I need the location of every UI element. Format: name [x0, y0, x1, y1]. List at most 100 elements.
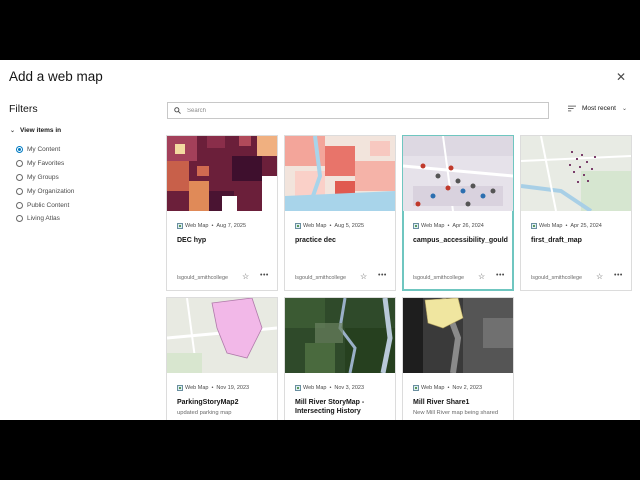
item-meta: Web Map • Nov 3, 2023: [295, 385, 364, 391]
radio-label: My Organization: [27, 187, 75, 195]
map-card[interactable]: Web Map • Nov 3, 2023 Mill River StoryMap …: [284, 297, 396, 420]
view-items-label: View items in: [20, 127, 62, 134]
card-title: campus_accessibility_gould: [413, 237, 508, 244]
map-card[interactable]: Web Map • Nov 2, 2023 Mill River Share1 Ne…: [402, 297, 514, 420]
radio-icon: [16, 173, 23, 181]
sort-icon: [568, 105, 576, 112]
more-options-icon[interactable]: •••: [496, 272, 505, 279]
map-thumbnail: [403, 136, 513, 211]
radio-my-content[interactable]: My Content: [16, 143, 74, 157]
radio-my-favorites[interactable]: My Favorites: [16, 157, 74, 171]
radio-label: My Favorites: [27, 160, 65, 168]
map-card[interactable]: Web Map • Aug 7, 2025 DEC hyp lsgould_smit…: [166, 135, 278, 291]
favorite-star-icon[interactable]: ☆: [360, 272, 367, 281]
item-owner: lsgould_smithcollege: [531, 275, 583, 281]
more-options-icon[interactable]: •••: [614, 272, 623, 279]
item-owner: lsgould_smithcollege: [177, 275, 229, 281]
separator-dot: •: [447, 223, 450, 229]
web-map-icon: [413, 385, 419, 391]
letterbox-top: [0, 0, 640, 60]
search-icon: [174, 107, 181, 114]
radio-my-groups[interactable]: My Groups: [16, 171, 74, 185]
card-title: Mill River StoryMap - Intersecting Histo…: [295, 399, 365, 415]
dialog-title: Add a web map: [9, 69, 103, 84]
radio-icon: [16, 215, 23, 223]
favorite-star-icon[interactable]: ☆: [596, 272, 603, 281]
letterbox-bottom: [0, 420, 640, 480]
map-card-selected[interactable]: Web Map • Apr 26, 2024 campus_accessibilit…: [402, 135, 514, 291]
radio-selected-icon: [16, 146, 23, 154]
separator-dot: •: [211, 223, 214, 229]
radio-my-organization[interactable]: My Organization: [16, 184, 74, 198]
map-thumbnail: [521, 136, 631, 211]
favorite-star-icon[interactable]: ☆: [478, 272, 485, 281]
item-type: Web Map: [421, 223, 445, 229]
item-type: Web Map: [303, 385, 327, 391]
web-map-icon: [295, 385, 301, 391]
item-date: Nov 19, 2023: [216, 385, 250, 391]
card-title: DEC hyp: [177, 237, 207, 244]
map-thumbnail: [285, 298, 395, 373]
web-map-icon: [295, 223, 301, 229]
item-meta: Web Map • Aug 5, 2025: [295, 223, 364, 229]
card-description: New Mill River map being shared: [413, 410, 499, 416]
web-map-icon: [177, 223, 183, 229]
card-title: practice dec: [295, 237, 336, 244]
separator-dot: •: [211, 385, 214, 391]
add-web-map-dialog: Add a web map ✕ Filters ⌄ View items in …: [0, 60, 640, 420]
search-input[interactable]: [187, 107, 527, 114]
item-type: Web Map: [185, 385, 209, 391]
map-thumbnail: [167, 136, 277, 211]
card-title: Mill River Share1: [413, 399, 470, 406]
radio-icon: [16, 160, 23, 168]
card-title: ParkingStoryMap2: [177, 399, 239, 406]
item-type: Web Map: [185, 223, 209, 229]
item-meta: Web Map • Apr 26, 2024: [413, 223, 484, 229]
web-map-icon: [177, 385, 183, 391]
item-date: Aug 5, 2025: [334, 223, 365, 229]
item-date: Aug 7, 2025: [216, 223, 247, 229]
radio-public-content[interactable]: Public Content: [16, 198, 74, 212]
separator-dot: •: [329, 223, 332, 229]
map-card[interactable]: Web Map • Aug 5, 2025 practice dec lsgould…: [284, 135, 396, 291]
chevron-down-icon: ⌄: [621, 106, 627, 112]
item-date: Nov 2, 2023: [452, 385, 483, 391]
radio-living-atlas[interactable]: Living Atlas: [16, 212, 74, 226]
sort-dropdown[interactable]: Most recent ⌄: [568, 105, 627, 112]
item-meta: Web Map • Aug 7, 2025: [177, 223, 246, 229]
item-owner: lsgould_smithcollege: [413, 275, 465, 281]
view-items-toggle[interactable]: ⌄ View items in: [10, 127, 61, 134]
radio-icon: [16, 187, 23, 195]
separator-dot: •: [565, 223, 568, 229]
content-source-radio-group: My Content My Favorites My Groups My Org…: [16, 143, 74, 226]
more-options-icon[interactable]: •••: [378, 272, 387, 279]
item-type: Web Map: [539, 223, 563, 229]
map-card[interactable]: Web Map • Apr 25, 2024 first_draft_map lsg…: [520, 135, 632, 291]
item-meta: Web Map • Nov 2, 2023: [413, 385, 482, 391]
item-owner: lsgould_smithcollege: [295, 275, 347, 281]
radio-label: Public Content: [27, 201, 70, 209]
separator-dot: •: [447, 385, 450, 391]
item-date: Apr 26, 2024: [452, 223, 484, 229]
chevron-down-icon: ⌄: [10, 128, 16, 134]
close-icon[interactable]: ✕: [614, 70, 628, 84]
item-type: Web Map: [421, 385, 445, 391]
item-type: Web Map: [303, 223, 327, 229]
filters-heading: Filters: [9, 103, 38, 115]
radio-icon: [16, 201, 23, 209]
web-map-icon: [531, 223, 537, 229]
item-meta: Web Map • Nov 19, 2023: [177, 385, 249, 391]
map-thumbnail: [167, 298, 277, 373]
item-meta: Web Map • Apr 25, 2024: [531, 223, 602, 229]
web-map-icon: [413, 223, 419, 229]
more-options-icon[interactable]: •••: [260, 272, 269, 279]
item-date: Apr 25, 2024: [570, 223, 602, 229]
map-card[interactable]: Web Map • Nov 19, 2023 ParkingStoryMap2 up…: [166, 297, 278, 420]
favorite-star-icon[interactable]: ☆: [242, 272, 249, 281]
item-date: Nov 3, 2023: [334, 385, 365, 391]
radio-label: Living Atlas: [27, 215, 60, 223]
map-thumbnail: [285, 136, 395, 211]
map-thumbnail: [403, 298, 513, 373]
search-bar: [167, 102, 549, 119]
card-description: updated parking map: [177, 410, 232, 416]
